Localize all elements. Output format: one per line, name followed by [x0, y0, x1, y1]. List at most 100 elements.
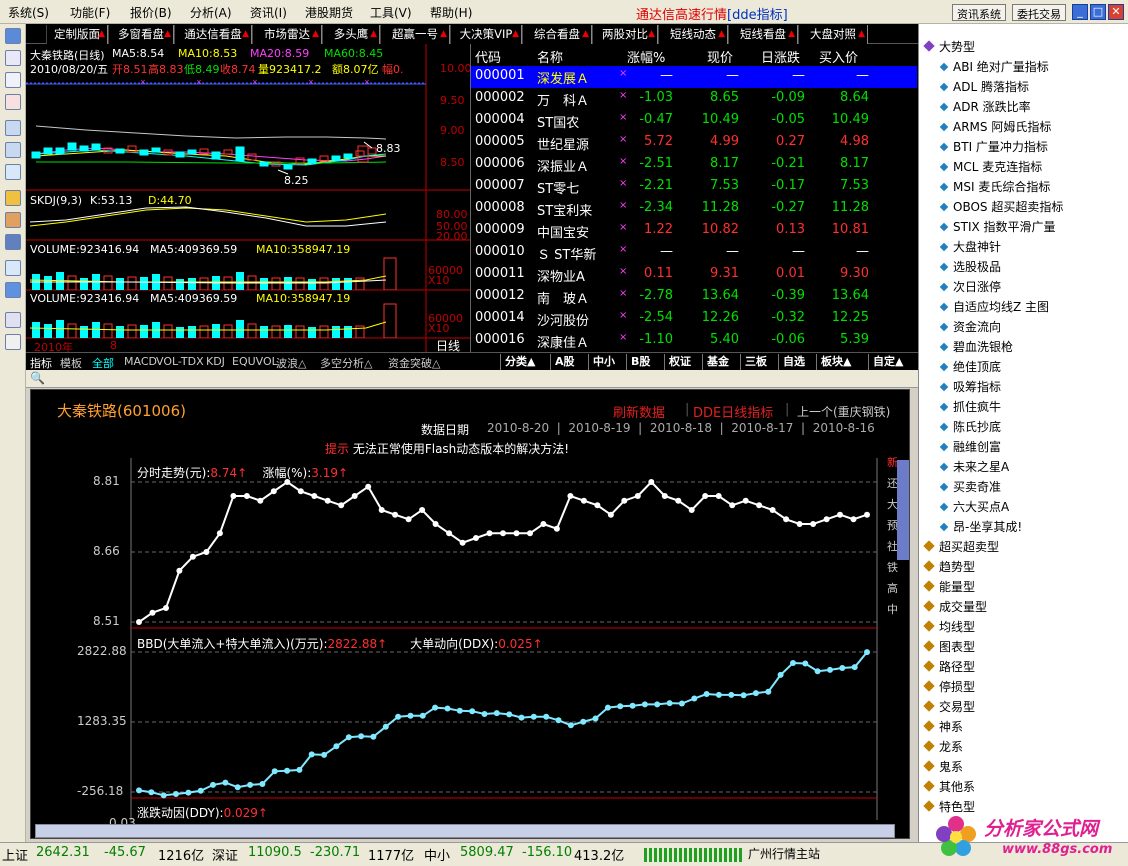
- tree-item[interactable]: 超买超卖型: [923, 538, 999, 555]
- users-icon[interactable]: [5, 212, 21, 228]
- tree-item[interactable]: 鬼系: [923, 758, 963, 775]
- table-row[interactable]: 000007 ST零七 -2.21 7.53 -0.17 7.53 ×: [471, 176, 917, 198]
- line-chart-icon[interactable]: [5, 72, 21, 88]
- tree-item[interactable]: ABI 绝对广量指标: [939, 58, 1049, 75]
- ind-tab-equvol[interactable]: EQUVOL: [232, 355, 278, 368]
- tree-item[interactable]: 次日涨停: [939, 278, 1001, 295]
- tab-composite[interactable]: 综合看盘 ▲: [522, 25, 592, 44]
- tab-super-win[interactable]: 超赢一号 ▲: [380, 25, 450, 44]
- tree-item[interactable]: 未来之星A: [939, 458, 1009, 475]
- ind-tab-all[interactable]: 全部: [92, 355, 114, 371]
- kline-icon[interactable]: [5, 94, 21, 110]
- tab-multi-window[interactable]: 多窗看盘 ▲: [108, 25, 174, 44]
- menu-hk-futures[interactable]: 港股期货: [305, 4, 353, 21]
- report-icon[interactable]: [5, 120, 21, 136]
- tab-index-compare[interactable]: 大盘对照 ▲: [798, 25, 868, 44]
- color-icon[interactable]: [5, 334, 21, 350]
- tree-item[interactable]: ADR 涨跌比率: [939, 98, 1031, 115]
- tree-item[interactable]: STIX 指数平滑广量: [939, 218, 1056, 235]
- tree-item[interactable]: 绝佳顶底: [939, 358, 1001, 375]
- tree-item[interactable]: 抓住疯牛: [939, 398, 1001, 415]
- cat-tab-otc[interactable]: 三板: [740, 354, 771, 370]
- tab-bull-eagle[interactable]: 多头鹰 ▲: [322, 25, 380, 44]
- tree-item[interactable]: 图表型: [923, 638, 975, 655]
- tab-tdx-view[interactable]: 通达信看盘 ▲: [174, 25, 252, 44]
- close-button[interactable]: ✕: [1108, 4, 1124, 20]
- tree-item[interactable]: ADL 腾落指标: [939, 78, 1029, 95]
- tree-item[interactable]: 成交量型: [923, 598, 987, 615]
- folder-icon[interactable]: [5, 190, 21, 206]
- tree-item[interactable]: 选股极品: [939, 258, 1001, 275]
- ind-tab-indicator[interactable]: 指标: [30, 355, 52, 371]
- menu-analysis[interactable]: 分析(A): [190, 4, 232, 21]
- cat-tab-watchlist[interactable]: 自选: [778, 354, 809, 370]
- menu-help[interactable]: 帮助(H): [430, 4, 472, 21]
- table-row[interactable]: 000002 万 科Ａ -1.03 8.65 -0.09 8.64 ×: [471, 88, 917, 110]
- cat-tab-a-share[interactable]: A股: [550, 354, 579, 370]
- cat-tab-b-share[interactable]: B股: [626, 354, 654, 370]
- col-change[interactable]: 日涨跌: [761, 47, 800, 66]
- ind-tab-vol-tdx[interactable]: VOL-TDX: [156, 355, 204, 368]
- cat-tab-sme[interactable]: 中小: [588, 354, 619, 370]
- kline-chart[interactable]: 大秦铁路(日线) MA5:8.54 MA10:8.53 MA20:8.59 MA…: [26, 44, 472, 354]
- home-icon[interactable]: [5, 28, 21, 44]
- table-row[interactable]: 000001 深发展Ａ — — — — ×: [471, 66, 917, 88]
- tree-item[interactable]: 大盘神针: [939, 238, 1001, 255]
- table-row[interactable]: 000012 南 玻Ａ -2.78 13.64 -0.39 13.64 ×: [471, 286, 917, 308]
- tree-item[interactable]: 买卖奇准: [939, 478, 1001, 495]
- table-row[interactable]: 000016 深康佳Ａ -1.10 5.40 -0.06 5.39 ×: [471, 330, 917, 352]
- tree-item[interactable]: 其他系: [923, 778, 975, 795]
- cat-tab-warrant[interactable]: 权证: [664, 354, 695, 370]
- list-icon[interactable]: [5, 50, 21, 66]
- cat-tab-custom[interactable]: 自定▲: [868, 354, 907, 370]
- tree-item[interactable]: 停损型: [923, 678, 975, 695]
- tab-custom[interactable]: 定制版面 ▲: [46, 25, 108, 44]
- tree-item[interactable]: MCL 麦克连指标: [939, 158, 1042, 175]
- tab-short-dynamic[interactable]: 短线动态 ▲: [658, 25, 728, 44]
- tree-item[interactable]: 融维创富: [939, 438, 1001, 455]
- grid-icon[interactable]: [5, 164, 21, 180]
- tree-item[interactable]: 碧血洗银枪: [939, 338, 1013, 355]
- cat-tab-sector[interactable]: 板块▲: [816, 354, 855, 370]
- ind-tab-macd[interactable]: MACD: [124, 355, 157, 368]
- menu-tools[interactable]: 工具(V): [370, 4, 412, 21]
- ind-tab-template[interactable]: 模板: [60, 355, 82, 371]
- table-row[interactable]: 000014 沙河股份 -2.54 12.26 -0.32 12.25 ×: [471, 308, 917, 330]
- ind-tab-longshort[interactable]: 多空分析△: [320, 355, 372, 371]
- trade-button[interactable]: 委托交易: [1012, 4, 1066, 21]
- search-icon[interactable]: [5, 260, 21, 276]
- tree-item[interactable]: 交易型: [923, 698, 975, 715]
- tree-item[interactable]: ARMS 阿姆氏指标: [939, 118, 1051, 135]
- magnify-icon[interactable]: 🔍: [30, 371, 45, 385]
- menu-news[interactable]: 资讯(I): [250, 4, 287, 21]
- tab-decision-vip[interactable]: 大决策VIP ▲: [450, 25, 522, 44]
- globe-icon[interactable]: [5, 234, 21, 250]
- tree-item[interactable]: BTI 广量冲力指标: [939, 138, 1048, 155]
- table-row[interactable]: 000008 ST宝利来 -2.34 11.28 -0.27 11.28 ×: [471, 198, 917, 220]
- table-icon[interactable]: [5, 142, 21, 158]
- tree-item[interactable]: 趋势型: [923, 558, 975, 575]
- col-price[interactable]: 现价: [707, 47, 733, 66]
- tree-item[interactable]: OBOS 超买超卖指标: [939, 198, 1063, 215]
- tree-item[interactable]: 资金流向: [939, 318, 1001, 335]
- menu-function[interactable]: 功能(F): [70, 4, 110, 21]
- news-system-button[interactable]: 资讯系统: [952, 4, 1006, 21]
- tree-item[interactable]: MSI 麦氏综合指标: [939, 178, 1050, 195]
- radio-icon[interactable]: [5, 312, 21, 328]
- col-code[interactable]: 代码: [475, 47, 501, 66]
- menu-system[interactable]: 系统(S): [8, 4, 49, 21]
- panel-hscroll[interactable]: [35, 824, 895, 838]
- col-name[interactable]: 名称: [537, 47, 563, 66]
- tree-item[interactable]: 昂-坐享其成!: [939, 518, 1022, 535]
- table-row[interactable]: 000011 深物业A 0.11 9.31 0.01 9.30 ×: [471, 264, 917, 286]
- col-bid[interactable]: 买入价: [819, 47, 858, 66]
- table-row[interactable]: 000005 世纪星源 5.72 4.99 0.27 4.98 ×: [471, 132, 917, 154]
- cat-tab-classify[interactable]: 分类▲: [500, 354, 539, 370]
- tree-item[interactable]: 陈氏抄底: [939, 418, 1001, 435]
- ind-tab-kdj[interactable]: KDJ: [206, 355, 225, 368]
- tree-item[interactable]: 龙系: [923, 738, 963, 755]
- menu-quote[interactable]: 报价(B): [130, 4, 172, 21]
- table-row[interactable]: 000006 深振业Ａ -2.51 8.17 -0.21 8.17 ×: [471, 154, 917, 176]
- col-pct[interactable]: 涨幅%: [627, 47, 665, 66]
- tree-item[interactable]: 能量型: [923, 578, 975, 595]
